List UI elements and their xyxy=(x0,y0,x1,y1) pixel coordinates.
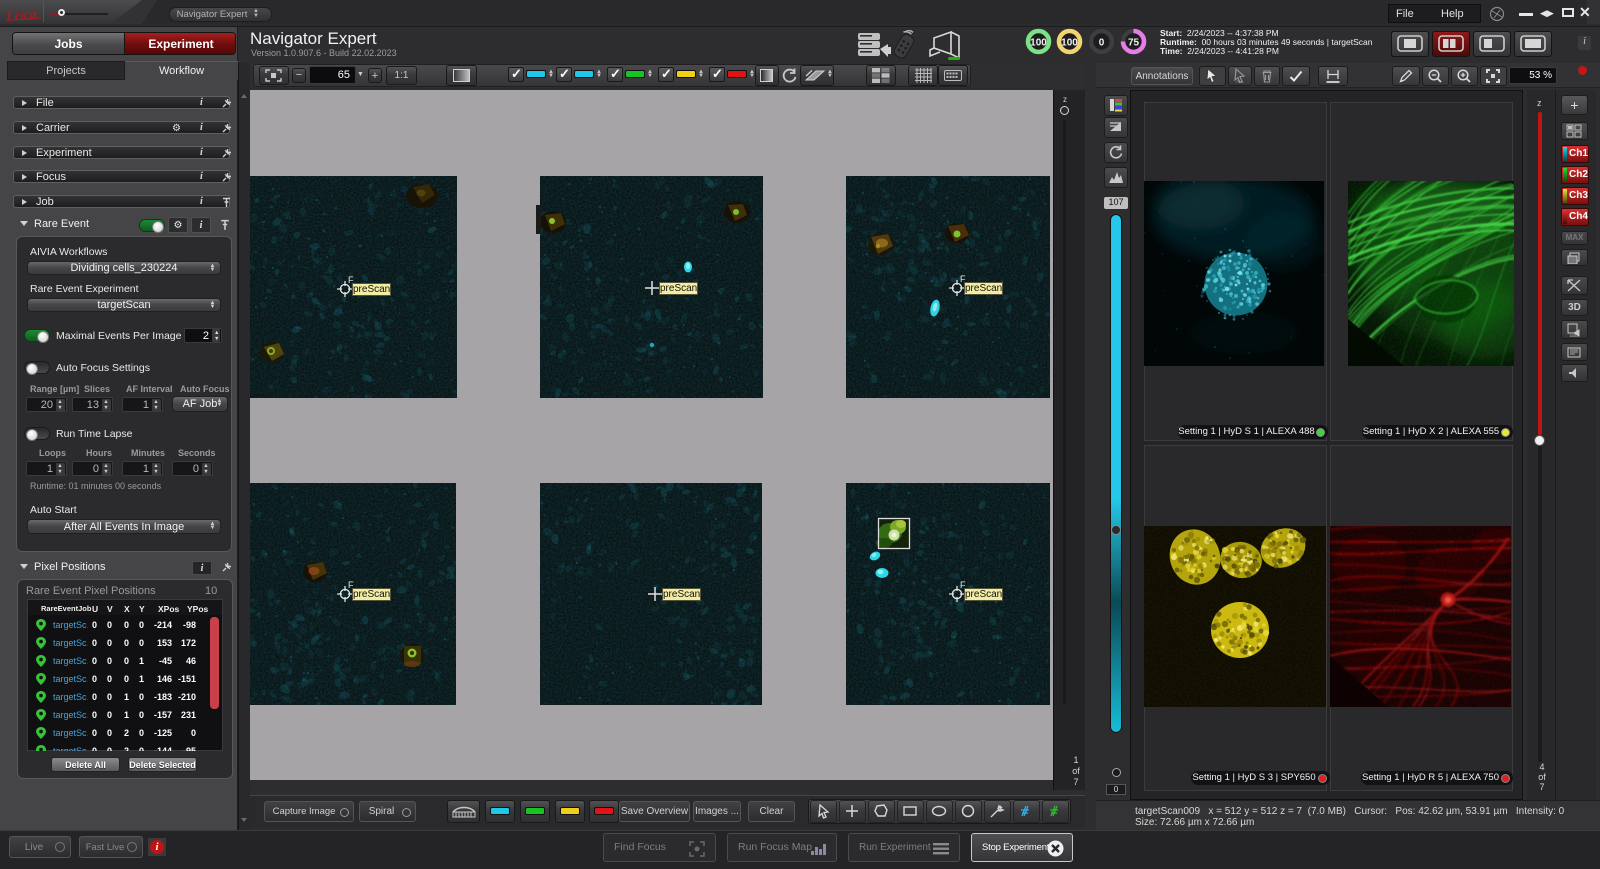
svg-text:100: 100 xyxy=(1030,38,1047,49)
svg-text:ALL: ALL xyxy=(1236,79,1245,84)
svg-text:75: 75 xyxy=(1127,38,1139,49)
svg-text:Leica: Leica xyxy=(5,6,38,24)
svg-text:DDD: DDD xyxy=(1570,333,1579,337)
svg-text:0: 0 xyxy=(1098,38,1104,49)
svg-text:100: 100 xyxy=(1061,38,1078,49)
